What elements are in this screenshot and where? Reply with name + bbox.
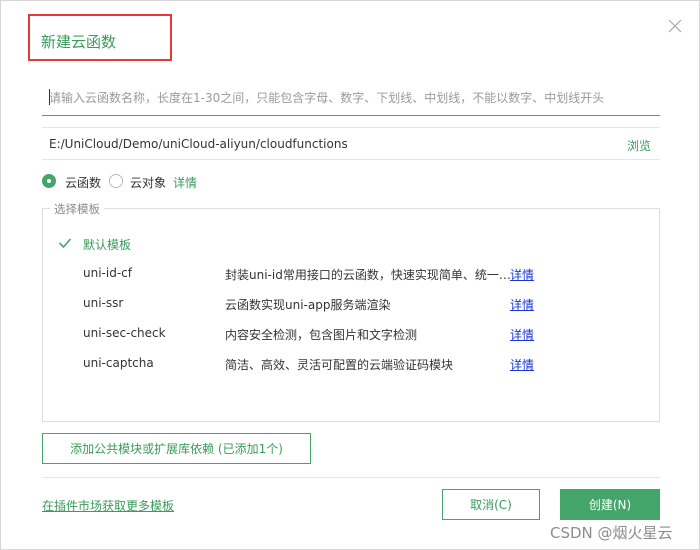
text-cursor — [49, 89, 50, 105]
template-description: 云函数实现uni-app服务端渲染 — [225, 298, 391, 312]
type-detail-link[interactable]: 详情 — [173, 174, 197, 191]
radio-cloud-function[interactable] — [42, 174, 56, 188]
watermark: CSDN @烟火星云 — [550, 524, 673, 542]
path-top-divider — [42, 127, 660, 128]
template-name[interactable]: uni-id-cf — [83, 266, 132, 280]
template-description: 简洁、高效、灵活可配置的云端验证码模块 — [225, 358, 454, 372]
new-cloud-function-dialog: 新建云函数 E:/UniCloud/Demo/uniCloud-aliyun/c… — [0, 0, 700, 550]
template-description: 内容安全检测，包含图片和文字检测 — [225, 328, 418, 342]
function-name-field-wrap — [42, 81, 660, 116]
check-icon — [58, 234, 72, 249]
template-default[interactable]: 默认模板 — [83, 236, 131, 253]
path-value: E:/UniCloud/Demo/uniCloud-aliyun/cloudfu… — [49, 137, 348, 151]
plugin-market-link[interactable]: 在插件市场获取更多模板 — [42, 497, 174, 514]
template-group — [42, 208, 660, 422]
cancel-button[interactable]: 取消(C) — [442, 489, 540, 520]
function-name-input[interactable] — [42, 81, 660, 115]
radio-cloud-object-label[interactable]: 云对象 — [130, 174, 166, 191]
template-detail-link[interactable]: 详情 — [510, 356, 534, 373]
footer-divider — [42, 477, 660, 478]
radio-cloud-function-label[interactable]: 云函数 — [65, 174, 101, 191]
template-detail-link[interactable]: 详情 — [510, 296, 534, 313]
template-name[interactable]: uni-captcha — [83, 356, 154, 370]
close-icon[interactable] — [664, 15, 686, 37]
template-detail-link[interactable]: 详情 — [510, 326, 534, 343]
template-name[interactable]: uni-ssr — [83, 296, 123, 310]
template-detail-link[interactable]: 详情 — [510, 266, 534, 283]
add-module-button[interactable]: 添加公共模块或扩展库依赖 (已添加1个) — [42, 433, 311, 464]
dialog-title: 新建云函数 — [41, 33, 117, 51]
template-name[interactable]: uni-sec-check — [83, 326, 166, 340]
template-description: 封装uni-id常用接口的云函数，快速实现简单、统一… — [225, 268, 511, 282]
create-button[interactable]: 创建(N) — [560, 489, 660, 520]
browse-button[interactable]: 浏览 — [627, 137, 651, 154]
path-divider — [42, 159, 660, 160]
template-group-label: 选择模板 — [50, 201, 104, 217]
radio-cloud-object[interactable] — [109, 174, 123, 188]
